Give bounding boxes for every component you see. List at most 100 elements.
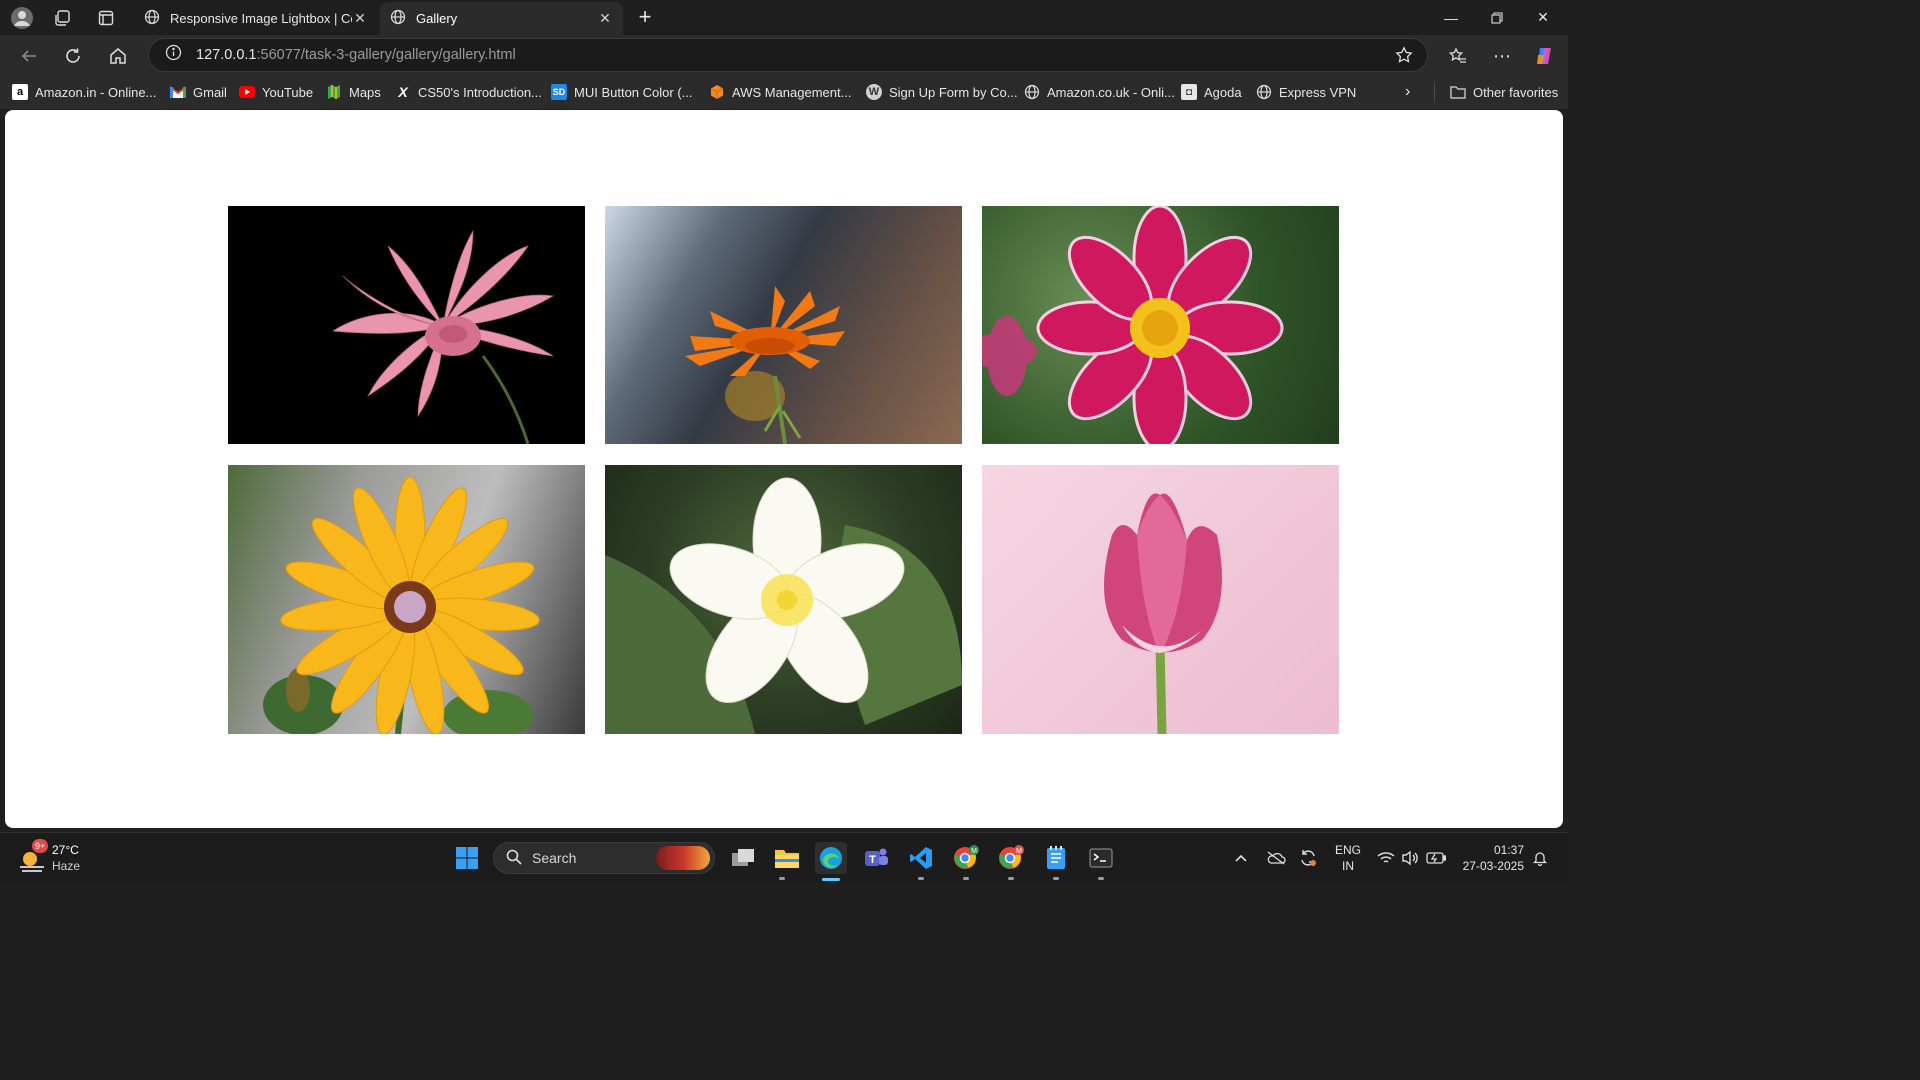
favorite-star-icon[interactable] — [1395, 46, 1413, 69]
edx-icon: X — [398, 84, 408, 100]
url-text[interactable]: 127.0.0.1:56077/task-3-gallery/gallery/g… — [196, 47, 516, 63]
profile-avatar-icon[interactable] — [9, 5, 35, 31]
gallery-image-orange-calendula[interactable] — [605, 206, 962, 444]
terminal-icon[interactable] — [1085, 842, 1117, 874]
copilot-icon[interactable] — [1530, 41, 1560, 71]
clock-time: 01:37 — [1493, 843, 1524, 857]
bookmark-express-vpn[interactable]: Express VPN — [1256, 81, 1356, 103]
minimize-button[interactable]: — — [1428, 0, 1474, 35]
start-button[interactable] — [451, 842, 483, 874]
favorites-icon[interactable] — [1443, 41, 1473, 71]
volume-icon[interactable] — [1401, 833, 1419, 883]
browser-toolbar: 127.0.0.1:56077/task-3-gallery/gallery/g… — [0, 35, 1568, 75]
tab-lightbox[interactable]: Responsive Image Lightbox | Cod ✕ — [134, 2, 378, 35]
bookmark-aws[interactable]: AWS Management... — [709, 81, 851, 103]
file-explorer-icon[interactable] — [771, 842, 803, 874]
gallery-image-white-plumeria[interactable] — [605, 465, 962, 734]
gallery-image-pink-dahlia[interactable] — [982, 206, 1339, 444]
language-line1: ENG — [1335, 843, 1362, 857]
other-favorites-label: Other favorites — [1473, 84, 1559, 100]
bookmark-amazon-in[interactable]: a Amazon.in - Online... — [12, 81, 156, 103]
chevron-right-icon[interactable]: › — [1405, 81, 1410, 103]
clock-date: 27-03-2025 — [1462, 859, 1524, 873]
clock[interactable]: 01:37 27-03-2025 — [1460, 833, 1524, 883]
teams-icon[interactable]: T — [860, 842, 892, 874]
bookmark-mui[interactable]: SD MUI Button Color (... — [551, 81, 692, 103]
show-hidden-icons-chevron-icon[interactable] — [1234, 833, 1248, 883]
new-tab-button[interactable]: + — [633, 6, 657, 30]
weather-widget[interactable]: 9+ 27°C Haze — [18, 839, 88, 877]
restore-button[interactable] — [1474, 0, 1520, 35]
sync-icon[interactable] — [1298, 833, 1318, 883]
tab-gallery[interactable]: Gallery ✕ — [380, 2, 623, 35]
running-indicator — [963, 877, 969, 880]
battery-icon[interactable] — [1426, 833, 1446, 883]
svg-text:M: M — [971, 848, 977, 855]
title-bar: Responsive Image Lightbox | Cod ✕ Galler… — [0, 0, 1568, 35]
bookmark-gmail[interactable]: Gmail — [170, 81, 227, 103]
running-indicator — [1053, 877, 1059, 880]
running-indicator — [779, 877, 785, 880]
edge-browser-icon[interactable] — [815, 842, 847, 874]
bookmark-amazon-uk[interactable]: Amazon.co.uk - Onli... — [1024, 81, 1175, 103]
tab-label: Responsive Image Lightbox | Cod — [170, 11, 352, 26]
taskbar: 9+ 27°C Haze Search T M M ENG IN 01:37 2… — [0, 832, 1568, 882]
task-view-icon[interactable] — [727, 842, 759, 874]
language-indicator[interactable]: ENG IN — [1335, 833, 1361, 883]
bookmark-cs50[interactable]: X CS50's Introduction... — [395, 81, 542, 103]
gallery-image-pink-gerbera[interactable] — [228, 206, 585, 444]
bookmark-label: Sign Up Form by Co... — [889, 84, 1018, 100]
wifi-icon[interactable] — [1377, 833, 1395, 883]
globe-icon — [390, 9, 406, 28]
taskbar-search[interactable]: Search — [493, 842, 715, 874]
notifications-bell-icon[interactable] — [1532, 833, 1548, 883]
bookmark-maps[interactable]: Maps — [326, 81, 381, 103]
image-gallery — [228, 206, 1340, 734]
bookmark-label: Amazon.co.uk - Onli... — [1047, 84, 1175, 100]
globe-icon — [1024, 84, 1040, 100]
bookmark-signup-form[interactable]: W Sign Up Form by Co... — [866, 81, 1018, 103]
bookmark-label: YouTube — [262, 84, 314, 100]
chrome-profile-m-icon[interactable]: M — [950, 842, 982, 874]
weather-temp: 27°C — [52, 843, 79, 857]
notepad-icon[interactable] — [1040, 842, 1072, 874]
aws-icon — [709, 84, 725, 100]
gallery-image-yellow-daisy[interactable] — [228, 465, 585, 734]
globe-icon — [1256, 84, 1272, 100]
url-host: 127.0.0.1 — [196, 47, 257, 63]
maps-icon — [326, 84, 342, 100]
more-options-icon[interactable]: ⋯ — [1487, 41, 1517, 71]
search-icon — [506, 849, 522, 868]
folder-icon — [1450, 84, 1466, 100]
gmail-icon — [170, 84, 186, 100]
vertical-tabs-icon[interactable] — [93, 5, 119, 31]
refresh-icon[interactable] — [58, 41, 88, 71]
close-tab-icon[interactable]: ✕ — [352, 10, 368, 27]
vscode-icon[interactable] — [905, 842, 937, 874]
divider — [1434, 82, 1435, 102]
close-tab-icon[interactable]: ✕ — [597, 10, 613, 27]
bookmark-youtube[interactable]: YouTube — [239, 81, 313, 103]
close-window-button[interactable]: ✕ — [1520, 0, 1566, 35]
workspaces-icon[interactable] — [50, 5, 76, 31]
youtube-icon — [239, 84, 255, 100]
bookmark-label: Gmail — [193, 84, 227, 100]
bookmark-agoda[interactable]: ◘ Agoda — [1181, 81, 1242, 103]
back-arrow-icon[interactable] — [14, 41, 44, 71]
other-favorites[interactable]: Other favorites — [1450, 81, 1558, 103]
running-indicator — [1008, 877, 1014, 880]
globe-icon — [144, 9, 160, 28]
running-indicator — [918, 877, 924, 880]
bookmark-label: AWS Management... — [732, 84, 852, 100]
bookmarks-bar: a Amazon.in - Online... Gmail YouTube Map… — [0, 75, 1568, 109]
url-path: :56077/task-3-gallery/gallery/gallery.ht… — [256, 47, 516, 63]
weather-condition: Haze — [52, 859, 81, 873]
bookmark-label: Agoda — [1204, 84, 1242, 100]
onedrive-offline-icon[interactable] — [1266, 833, 1286, 883]
gallery-image-pink-tulip[interactable] — [982, 465, 1339, 734]
site-info-icon[interactable] — [165, 44, 182, 66]
chrome-profile-m2-icon[interactable]: M — [995, 842, 1027, 874]
address-bar[interactable]: 127.0.0.1:56077/task-3-gallery/gallery/g… — [148, 38, 1428, 72]
home-icon[interactable] — [103, 41, 133, 71]
search-highlight-icon — [656, 846, 710, 870]
